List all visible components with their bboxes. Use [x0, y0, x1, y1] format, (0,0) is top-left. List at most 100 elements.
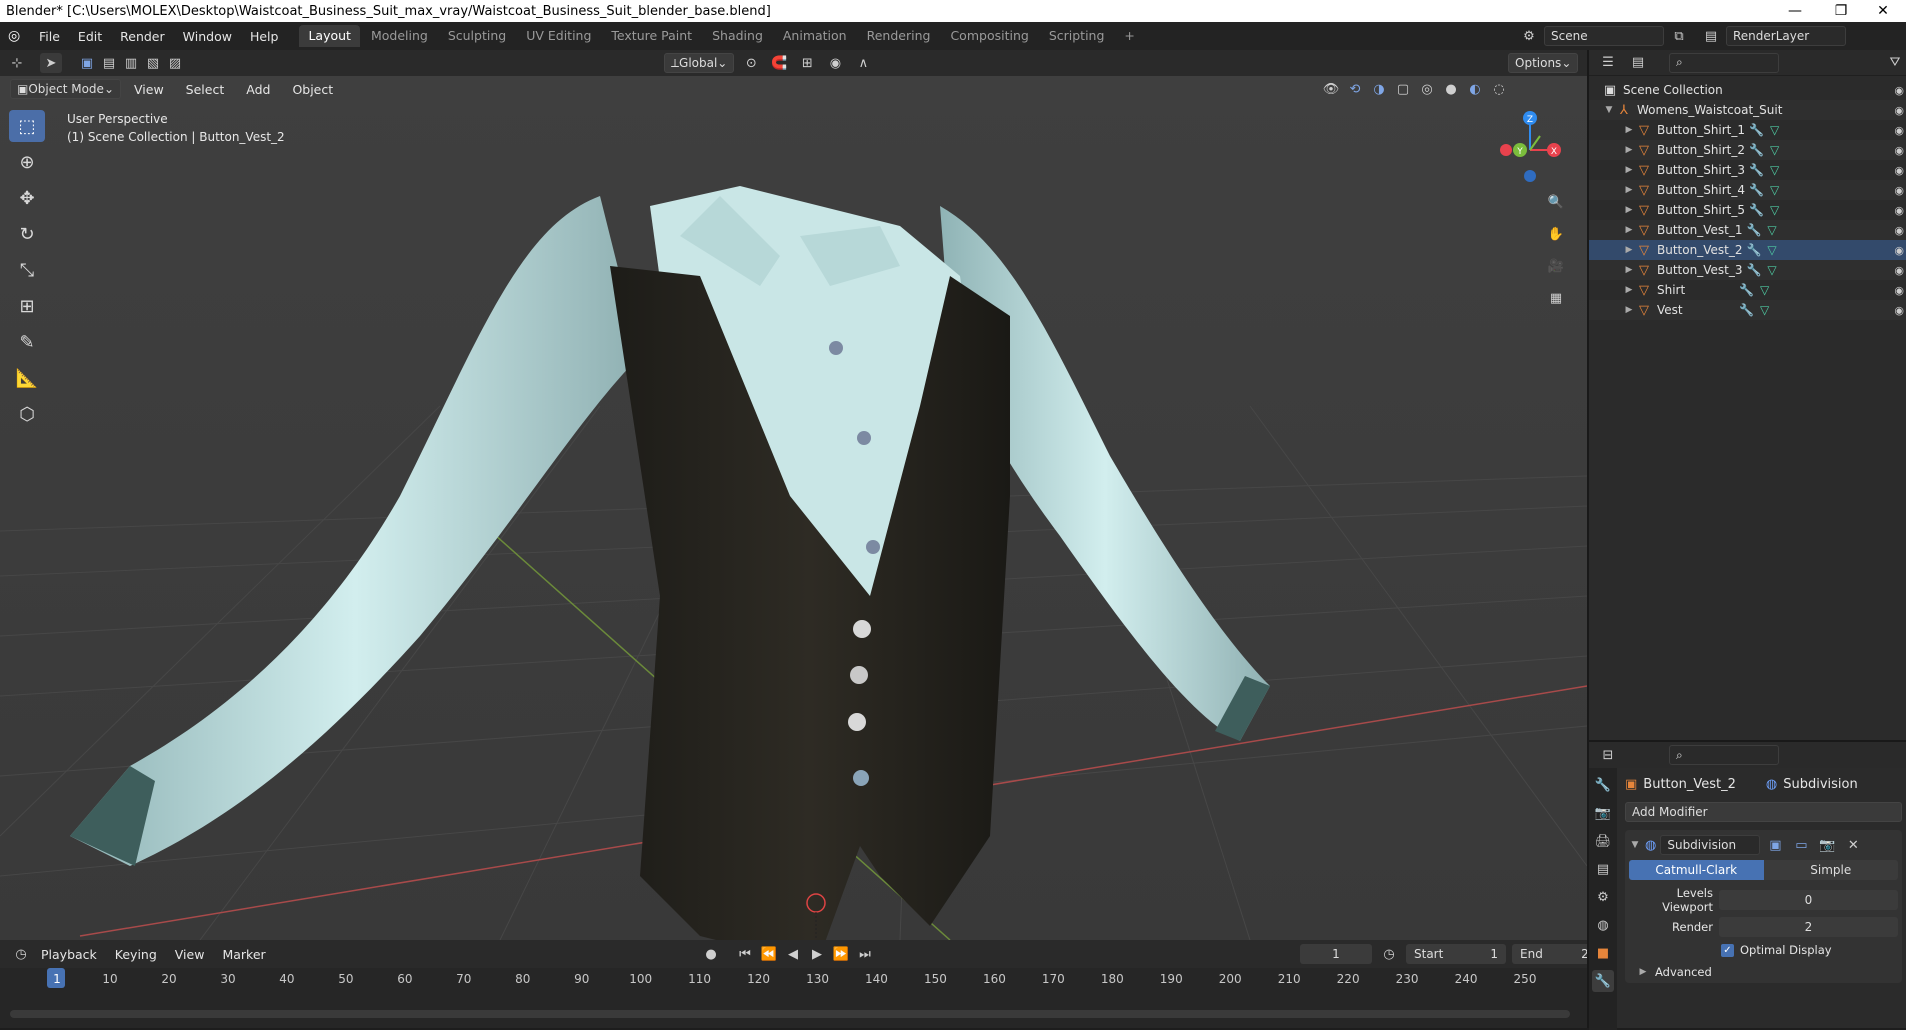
modifier-wrench-icon[interactable]: 🔧 — [1749, 143, 1764, 157]
select-box-icon[interactable]: ⬚ — [9, 110, 45, 142]
measure-tool-icon[interactable]: 📐 — [9, 362, 45, 394]
output-tab-icon[interactable]: 🖨 — [1592, 830, 1614, 852]
camera-view-icon[interactable]: 🎥 — [1545, 256, 1567, 276]
render-levels-field[interactable]: 2 — [1719, 917, 1898, 937]
eye-icon[interactable]: ◉ — [1894, 264, 1904, 277]
modifier-wrench-icon[interactable]: 🔧 — [1746, 263, 1761, 277]
levels-viewport-field[interactable]: 0 — [1719, 890, 1898, 910]
modifier-wrench-icon[interactable]: 🔧 — [1746, 243, 1761, 257]
current-frame-field[interactable]: 1 — [1300, 944, 1372, 964]
expand-triangle-icon[interactable]: ▶ — [1623, 285, 1635, 295]
menu-keying[interactable]: Keying — [106, 947, 166, 962]
eye-icon[interactable]: ◉ — [1894, 104, 1904, 117]
mesh-data-icon[interactable]: ▽ — [1767, 223, 1776, 237]
scene-icon[interactable]: ⚙ — [1518, 26, 1540, 46]
select-invert-icon[interactable]: ▧ — [142, 53, 164, 73]
world-tab-icon[interactable]: ◍ — [1592, 914, 1614, 936]
eye-icon[interactable]: ◉ — [1894, 164, 1904, 177]
transform-tool-icon[interactable]: ⊞ — [9, 290, 45, 322]
jump-start-icon[interactable]: ⏮ — [734, 944, 756, 964]
outliner-row-scene-collection[interactable]: ▣ Scene Collection ◉ — [1589, 80, 1906, 100]
modifier-name-input[interactable]: Subdivision — [1660, 835, 1761, 855]
modifier-wrench-icon[interactable]: 🔧 — [1749, 163, 1764, 177]
record-icon[interactable]: ● — [700, 944, 722, 964]
pivot-point-icon[interactable]: ⊙ — [740, 53, 762, 73]
expand-triangle-icon[interactable]: ▶ — [1623, 125, 1635, 135]
expand-triangle-icon[interactable]: ▼ — [1603, 105, 1615, 115]
menu-timeline-view[interactable]: View — [166, 947, 214, 962]
xray-icon[interactable]: ▢ — [1392, 79, 1414, 99]
copy-scene-icon[interactable]: ⧉ — [1668, 26, 1690, 46]
blender-logo-icon[interactable]: ◎ — [8, 28, 30, 44]
tab-modeling[interactable]: Modeling — [362, 25, 437, 47]
mesh-data-icon[interactable]: ▽ — [1767, 263, 1776, 277]
next-keyframe-icon[interactable]: ⏩ — [830, 944, 852, 964]
expand-triangle-icon[interactable]: ▶ — [1623, 145, 1635, 155]
clock-icon[interactable]: ◷ — [1378, 944, 1400, 964]
timeline-editor-icon[interactable]: ◷ — [10, 944, 32, 964]
menu-playback[interactable]: Playback — [32, 947, 106, 962]
cursor-tool-icon[interactable]: ⊕ — [9, 146, 45, 178]
falloff-icon[interactable]: ∧ — [852, 53, 874, 73]
outliner-row-object[interactable]: ▶ ▽ Button_Shirt_2 🔧 ▽ ◉ — [1589, 140, 1906, 160]
tab-scripting[interactable]: Scripting — [1040, 25, 1114, 47]
viewport-toggle-icon[interactable]: ▭ — [1790, 835, 1812, 855]
eye-icon[interactable]: ◉ — [1894, 124, 1904, 137]
ortho-grid-icon[interactable]: ▦ — [1545, 288, 1567, 308]
tab-shading[interactable]: Shading — [703, 25, 772, 47]
expand-triangle-icon[interactable]: ▶ — [1623, 205, 1635, 215]
mesh-data-icon[interactable]: ▽ — [1767, 243, 1776, 257]
mesh-data-icon[interactable]: ▽ — [1770, 123, 1779, 137]
menu-add[interactable]: Add — [237, 82, 279, 97]
scene-tab-icon[interactable]: ⚙ — [1592, 886, 1614, 908]
outliner-row-collection[interactable]: ▼ ⅄ Womens_Waistcoat_Suit ◉ — [1589, 100, 1906, 120]
eye-icon[interactable]: ◉ — [1894, 284, 1904, 297]
mesh-data-icon[interactable]: ▽ — [1770, 183, 1779, 197]
menu-view[interactable]: View — [125, 82, 173, 97]
display-mode-icon[interactable]: ▤ — [1627, 53, 1649, 73]
tab-rendering[interactable]: Rendering — [858, 25, 940, 47]
outliner-row-object[interactable]: ▶ ▽ Button_Vest_3 🔧 ▽ ◉ — [1589, 260, 1906, 280]
outliner-row-object[interactable]: ▶ ▽ Button_Shirt_3 🔧 ▽ ◉ — [1589, 160, 1906, 180]
menu-window[interactable]: Window — [174, 29, 241, 44]
tab-layout[interactable]: Layout — [299, 25, 360, 47]
mesh-data-icon[interactable]: ▽ — [1770, 143, 1779, 157]
tab-compositing[interactable]: Compositing — [941, 25, 1037, 47]
timeline-ruler[interactable]: 1 10 20 30 40 50 60 70 80 90 100 110 120 130 140 150 160… — [0, 968, 1587, 1028]
maximize-button[interactable]: ❐ — [1818, 0, 1864, 22]
tab-texture-paint[interactable]: Texture Paint — [602, 25, 701, 47]
add-modifier-dropdown[interactable]: Add Modifier — [1625, 802, 1902, 822]
expand-triangle-icon[interactable]: ▶ — [1623, 165, 1635, 175]
eye-icon[interactable]: ◉ — [1894, 244, 1904, 257]
outliner-row-object[interactable]: ▶ ▽ Vest 🔧 ▽ ◉ — [1589, 300, 1906, 320]
jump-end-icon[interactable]: ⏭ — [854, 944, 876, 964]
overlay-toggle-icon[interactable]: ◑ — [1368, 79, 1390, 99]
outliner-row-object[interactable]: ▶ ▽ Shirt 🔧 ▽ ◉ — [1589, 280, 1906, 300]
menu-render[interactable]: Render — [111, 29, 174, 44]
properties-search-input[interactable]: ⌕ — [1669, 745, 1779, 765]
modifier-wrench-icon[interactable]: 🔧 — [1749, 203, 1764, 217]
eye-icon[interactable]: ◉ — [1894, 184, 1904, 197]
rotate-tool-icon[interactable]: ↻ — [9, 218, 45, 250]
menu-select[interactable]: Select — [177, 82, 234, 97]
editor-type-icon[interactable]: ⊹ — [6, 53, 28, 73]
optimal-display-checkbox[interactable]: ✓ — [1721, 943, 1734, 957]
mesh-data-icon[interactable]: ▽ — [1760, 283, 1769, 297]
outliner-row-object[interactable]: ▶ ▽ Button_Shirt_4 🔧 ▽ ◉ — [1589, 180, 1906, 200]
eye-icon[interactable]: ◉ — [1894, 224, 1904, 237]
select-tool-icon[interactable]: ➤ — [40, 53, 62, 73]
menu-object[interactable]: Object — [283, 82, 342, 97]
eye-icon[interactable]: ◉ — [1894, 204, 1904, 217]
play-icon[interactable]: ▶ — [806, 944, 828, 964]
snap-icon[interactable]: 🧲 — [768, 53, 790, 73]
modifier-wrench-icon[interactable]: 🔧 — [1739, 303, 1754, 317]
modifier-wrench-icon[interactable]: 🔧 — [1746, 223, 1761, 237]
scene-field[interactable]: Scene — [1544, 26, 1664, 46]
add-workspace-button[interactable]: + — [1115, 25, 1143, 47]
menu-file[interactable]: File — [30, 29, 69, 44]
outliner-editor-icon[interactable]: ☰ — [1597, 53, 1619, 73]
menu-edit[interactable]: Edit — [69, 29, 111, 44]
solid-shading-icon[interactable]: ● — [1440, 79, 1462, 99]
rendered-shading-icon[interactable]: ◌ — [1488, 79, 1510, 99]
menu-help[interactable]: Help — [241, 29, 288, 44]
